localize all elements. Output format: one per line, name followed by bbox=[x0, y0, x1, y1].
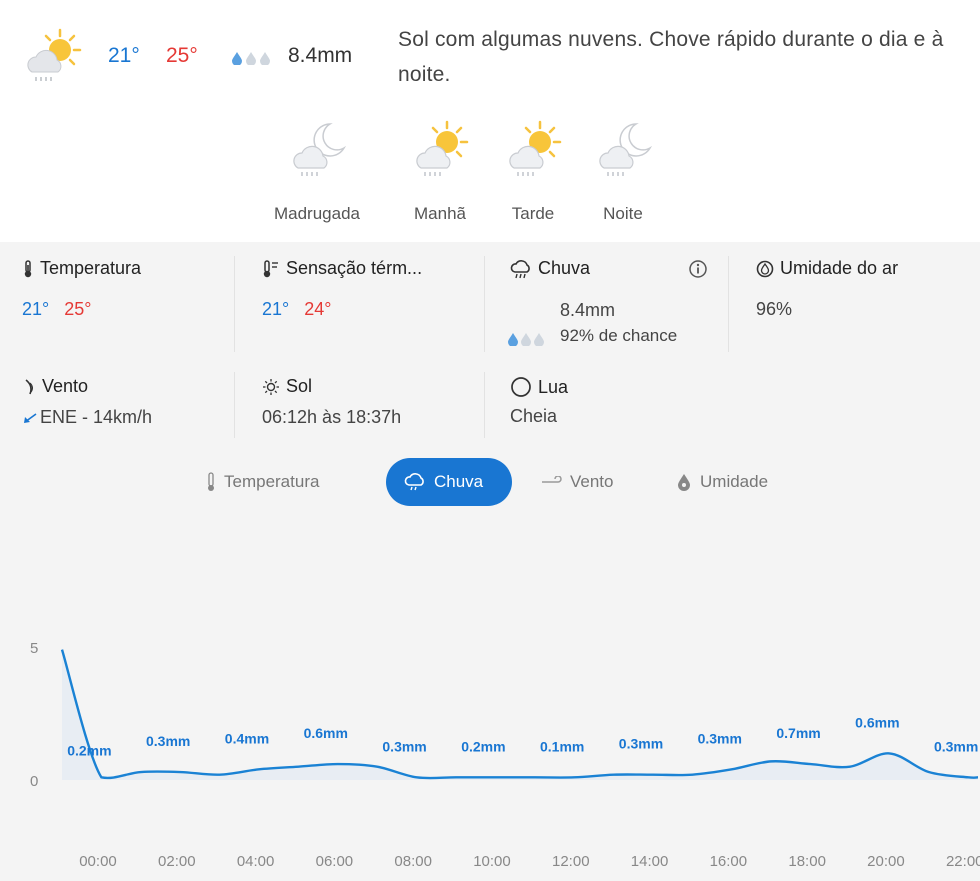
tab-umidade[interactable]: Umidade bbox=[676, 458, 768, 506]
period-noite: Noite bbox=[578, 118, 668, 223]
divider bbox=[234, 372, 235, 438]
period-manha: Manhã bbox=[395, 118, 485, 223]
period-label: Madrugada bbox=[273, 204, 360, 223]
x-tick-label: 12:00 bbox=[552, 853, 590, 870]
rain-line bbox=[60, 649, 979, 780]
detail-rain-chance: 92% de chance bbox=[560, 326, 678, 345]
detail-temp-max: 25° bbox=[64, 299, 92, 319]
rain-drops-icon bbox=[508, 333, 544, 346]
daily-summary: 21° 25° 8.4mm Sol com algumas nuvens. Ch… bbox=[0, 0, 980, 242]
tab-vento[interactable]: Vento bbox=[540, 458, 614, 506]
x-tick-label: 00:00 bbox=[79, 853, 117, 870]
detail-title: Temperatura bbox=[40, 258, 142, 278]
tab-label: Temperatura bbox=[224, 472, 320, 491]
detail-lua: Lua Cheia bbox=[510, 376, 568, 427]
divider bbox=[484, 256, 485, 352]
divider bbox=[234, 256, 235, 352]
thermometer-icon bbox=[24, 259, 32, 277]
x-tick-label: 08:00 bbox=[394, 853, 432, 870]
x-tick-label: 04:00 bbox=[237, 853, 275, 870]
data-label: 0.2mm bbox=[461, 738, 505, 754]
humidity-icon bbox=[756, 260, 774, 277]
rain-area bbox=[62, 649, 978, 780]
thermometer-icon bbox=[208, 472, 214, 491]
data-label: 0.7mm bbox=[776, 725, 820, 741]
wind-direction-arrow-icon bbox=[24, 412, 37, 423]
detail-vento: Vento ENE - 14km/h bbox=[22, 376, 152, 428]
detail-sensacao: Sensação térm... 21° 24° bbox=[262, 258, 422, 320]
period-tarde: Tarde bbox=[488, 118, 578, 223]
divider bbox=[484, 372, 485, 438]
x-tick-label: 14:00 bbox=[631, 853, 669, 870]
detail-title: Sol bbox=[286, 376, 313, 396]
detail-title: Vento bbox=[42, 376, 89, 396]
detail-title: Sensação térm... bbox=[286, 258, 423, 278]
data-label: 0.3mm bbox=[934, 738, 978, 754]
data-label: 0.4mm bbox=[225, 730, 269, 746]
x-tick-label: 06:00 bbox=[316, 853, 354, 870]
data-label: 0.6mm bbox=[304, 725, 348, 741]
detail-feels-max: 24° bbox=[304, 299, 332, 319]
detail-sol: Sol 06:12h às 18:37h bbox=[262, 376, 401, 428]
feels-like-icon bbox=[263, 259, 278, 277]
data-label: 0.6mm bbox=[855, 714, 899, 730]
period-label: Noite bbox=[603, 204, 643, 223]
sun-icon bbox=[263, 378, 279, 395]
temp-min: 21° bbox=[108, 44, 140, 67]
sun-cloud-rain-icon bbox=[416, 120, 469, 176]
tab-label: Umidade bbox=[700, 472, 769, 491]
chart-tabs: Temperatura Chuva Vento Umidade bbox=[0, 458, 980, 506]
rain-cloud-icon bbox=[404, 473, 424, 491]
weather-description: Sol com algumas nuvens. Chove rápido dur… bbox=[398, 28, 944, 86]
detail-title: Lua bbox=[538, 376, 569, 397]
data-label: 0.2mm bbox=[67, 742, 111, 758]
detail-chuva: Chuva 8.4mm 92% de chance bbox=[508, 258, 715, 346]
data-label: 0.3mm bbox=[698, 730, 742, 746]
x-tick-label: 10:00 bbox=[473, 853, 511, 870]
x-tick-label: 16:00 bbox=[710, 853, 748, 870]
x-tick-label: 18:00 bbox=[788, 853, 826, 870]
detail-wind-value: ENE - 14km/h bbox=[40, 407, 153, 427]
tab-chuva[interactable]: Chuva bbox=[386, 458, 512, 506]
rain-drops-icon bbox=[232, 52, 270, 65]
detail-rain-amount: 8.4mm bbox=[560, 300, 616, 320]
y-tick-label: 5 bbox=[30, 640, 38, 657]
tab-temperatura[interactable]: Temperatura bbox=[206, 458, 319, 506]
sun-cloud-rain-icon bbox=[27, 28, 82, 81]
detail-sun-value: 06:12h às 18:37h bbox=[262, 407, 402, 427]
rain-amount: 8.4mm bbox=[288, 44, 353, 67]
tab-label: Chuva bbox=[434, 472, 484, 491]
detail-moon-value: Cheia bbox=[510, 406, 558, 426]
data-label: 0.1mm bbox=[540, 738, 584, 754]
detail-feels-min: 21° bbox=[262, 299, 290, 319]
wind-icon bbox=[25, 378, 33, 394]
detail-umidade: Umidade do ar 96% bbox=[756, 258, 898, 320]
cloud-moon-rain-icon bbox=[599, 123, 653, 176]
divider bbox=[728, 256, 729, 352]
tab-label: Vento bbox=[570, 472, 614, 491]
period-madrugada: Madrugada bbox=[272, 118, 362, 223]
detail-humidity-value: 96% bbox=[756, 299, 793, 319]
detail-temp-min: 21° bbox=[22, 299, 50, 319]
moon-icon bbox=[511, 377, 531, 397]
x-tick-label: 20:00 bbox=[867, 853, 905, 870]
data-label: 0.3mm bbox=[146, 733, 190, 749]
info-icon[interactable] bbox=[688, 259, 708, 279]
x-tick-label: 22:00 bbox=[946, 853, 980, 870]
y-tick-label: 0 bbox=[30, 773, 38, 790]
sun-cloud-rain-icon bbox=[509, 120, 562, 176]
data-label: 0.3mm bbox=[619, 736, 663, 752]
data-label: 0.3mm bbox=[382, 738, 426, 754]
detail-title: Umidade do ar bbox=[780, 258, 899, 278]
details-panel: Temperatura 21° 25° Sensação térm... 21°… bbox=[0, 242, 980, 881]
temp-max: 25° bbox=[166, 44, 198, 67]
detail-title: Chuva bbox=[538, 258, 591, 278]
cloud-moon-rain-icon bbox=[293, 123, 347, 176]
rain-cloud-icon bbox=[510, 259, 530, 278]
wind-icon bbox=[542, 476, 562, 483]
humidity-drop-icon bbox=[678, 474, 690, 491]
rain-chart: 0510 0.2mm0.3mm0.4mm0.6mm0.3mm0.2mm0.1mm… bbox=[30, 640, 980, 870]
x-tick-label: 02:00 bbox=[158, 853, 196, 870]
detail-temperatura: Temperatura 21° 25° bbox=[22, 258, 141, 320]
